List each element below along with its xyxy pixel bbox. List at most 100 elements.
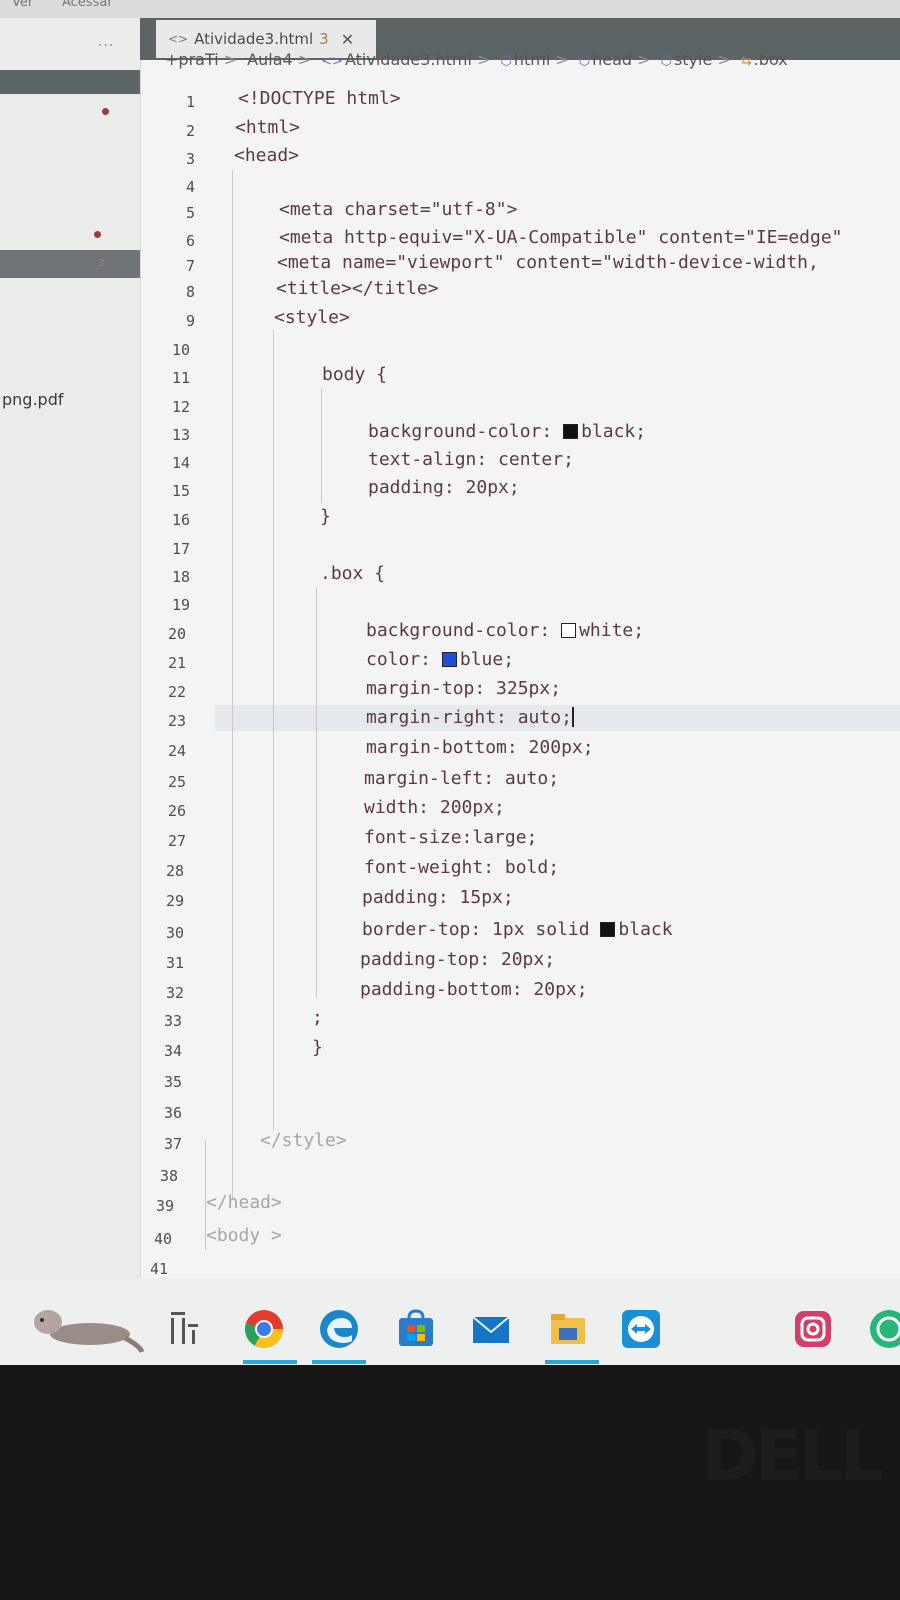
code-text: width: 200px; <box>364 797 505 818</box>
code-text: ; <box>312 1007 323 1028</box>
code-text: color: <box>366 649 442 670</box>
code-line[interactable]: width: 200px; <box>364 797 505 818</box>
line-number: 26 <box>167 802 186 820</box>
code-line[interactable]: font-size:large; <box>364 827 537 848</box>
code-line[interactable]: <meta name="viewport" content="width-dev… <box>277 252 819 273</box>
line-number: 5 <box>185 204 195 222</box>
line-number: 4 <box>185 178 195 196</box>
running-indicator <box>243 1360 297 1364</box>
line-number: 6 <box>185 232 195 250</box>
color-swatch-icon[interactable] <box>563 424 579 439</box>
color-swatch-icon[interactable] <box>441 652 457 667</box>
teamviewer-icon[interactable] <box>620 1308 662 1350</box>
file-explorer-icon[interactable] <box>547 1308 589 1350</box>
screen: Ver Acessar ··· 3 png.pdf <> Atividade3.… <box>0 0 900 1365</box>
code-line[interactable]: <body > <box>206 1225 282 1246</box>
code-text: .box { <box>320 563 386 584</box>
chrome-icon[interactable] <box>243 1308 285 1350</box>
code-line[interactable]: .box { <box>320 563 385 584</box>
code-line[interactable]: padding-top: 20px; <box>360 949 555 970</box>
code-text: <body > <box>206 1225 282 1246</box>
line-number: 35 <box>163 1073 182 1091</box>
code-text: padding-top: 20px; <box>360 949 556 970</box>
code-text: <meta name="viewport" content="width-dev… <box>277 252 819 273</box>
code-line[interactable]: padding: 20px; <box>368 477 520 498</box>
code-line[interactable]: <style> <box>274 307 350 328</box>
code-line[interactable]: <meta http-equiv="X-UA-Compatible" conte… <box>279 227 843 248</box>
color-swatch-icon[interactable] <box>561 623 577 638</box>
code-line[interactable]: </style> <box>260 1130 347 1151</box>
code-line[interactable]: <html> <box>235 117 300 138</box>
code-text: <html> <box>235 117 301 138</box>
code-line[interactable]: } <box>312 1037 323 1058</box>
code-line[interactable]: background-color: white; <box>366 620 644 641</box>
monitor-bezel: DELL <box>0 1365 900 1600</box>
line-number: 30 <box>165 924 184 942</box>
line-number: 32 <box>165 984 184 1002</box>
code-line[interactable]: margin-left: auto; <box>364 768 559 789</box>
code-text: </head> <box>206 1192 282 1213</box>
line-number: 21 <box>167 654 186 672</box>
code-line[interactable]: padding-bottom: 20px; <box>360 979 588 1000</box>
code-text: </style> <box>260 1130 347 1151</box>
code-line[interactable]: margin-bottom: 200px; <box>366 737 594 758</box>
code-line[interactable]: <!DOCTYPE html> <box>238 88 401 109</box>
code-value: white; <box>579 620 645 641</box>
code-text: <title></title> <box>276 278 439 299</box>
code-text: <meta charset="utf-8"> <box>279 199 518 220</box>
line-number: 24 <box>167 742 186 760</box>
mail-icon[interactable] <box>470 1308 512 1350</box>
code-text: font-size:large; <box>364 827 538 848</box>
ferret-wallpaper-icon <box>34 1310 145 1353</box>
line-number: 37 <box>163 1135 182 1153</box>
indent-guide <box>273 330 274 1130</box>
code-text: <!DOCTYPE html> <box>238 88 401 109</box>
line-number: 17 <box>171 540 190 558</box>
line-number: 11 <box>171 369 190 387</box>
code-editor[interactable]: 1 <!DOCTYPE html> 2 <html> 3 <head> 4 5 <meta ch… <box>0 0 900 1365</box>
code-line[interactable]: <title></title> <box>276 278 439 299</box>
code-text: text-align: center; <box>368 449 574 470</box>
line-number: 23 <box>167 712 186 730</box>
line-number: 14 <box>171 454 190 472</box>
line-number: 31 <box>165 954 184 972</box>
code-line[interactable]: <head> <box>234 145 299 166</box>
line-number: 28 <box>165 862 184 880</box>
code-value: black <box>618 919 673 940</box>
code-text: <meta http-equiv="X-UA-Compatible" conte… <box>279 227 843 248</box>
code-line[interactable]: color: blue; <box>366 649 514 670</box>
line-number: 10 <box>171 341 190 359</box>
whatsapp-icon[interactable] <box>868 1308 900 1350</box>
code-text: background-color: <box>368 421 564 442</box>
code-text: margin-bottom: 200px; <box>366 737 594 758</box>
line-number: 19 <box>171 596 190 614</box>
task-view-icon[interactable] <box>168 1308 202 1350</box>
line-number: 29 <box>165 892 184 910</box>
code-line[interactable]: background-color: black; <box>368 421 646 442</box>
line-number: 12 <box>171 398 190 416</box>
code-line[interactable]: padding: 15px; <box>362 887 514 908</box>
instagram-icon[interactable] <box>792 1308 834 1350</box>
indent-guide <box>232 170 233 1200</box>
code-line[interactable]: margin-right: auto; <box>366 707 574 728</box>
code-text: padding-bottom: 20px; <box>360 979 588 1000</box>
code-line[interactable]: border-top: 1px solid black <box>362 919 673 940</box>
code-text: margin-left: auto; <box>364 768 560 789</box>
color-swatch-icon[interactable] <box>600 922 616 937</box>
code-line[interactable]: <meta charset="utf-8"> <box>279 199 517 220</box>
code-text: <head> <box>234 145 300 166</box>
line-number: 25 <box>167 773 186 791</box>
line-number: 33 <box>163 1012 182 1030</box>
code-line[interactable]: margin-top: 325px; <box>366 678 561 699</box>
code-line[interactable]: text-align: center; <box>368 449 574 470</box>
code-line[interactable]: font-weight: bold; <box>364 857 559 878</box>
edge-icon[interactable] <box>318 1308 360 1350</box>
code-line[interactable]: </head> <box>206 1192 282 1213</box>
line-number: 2 <box>185 122 195 140</box>
code-line[interactable]: ; <box>312 1007 323 1028</box>
text-caret <box>571 707 574 727</box>
code-line[interactable]: } <box>320 506 331 527</box>
brand-logo: DELL <box>700 1415 884 1497</box>
code-line[interactable]: body { <box>322 364 387 385</box>
store-icon[interactable] <box>395 1308 437 1350</box>
